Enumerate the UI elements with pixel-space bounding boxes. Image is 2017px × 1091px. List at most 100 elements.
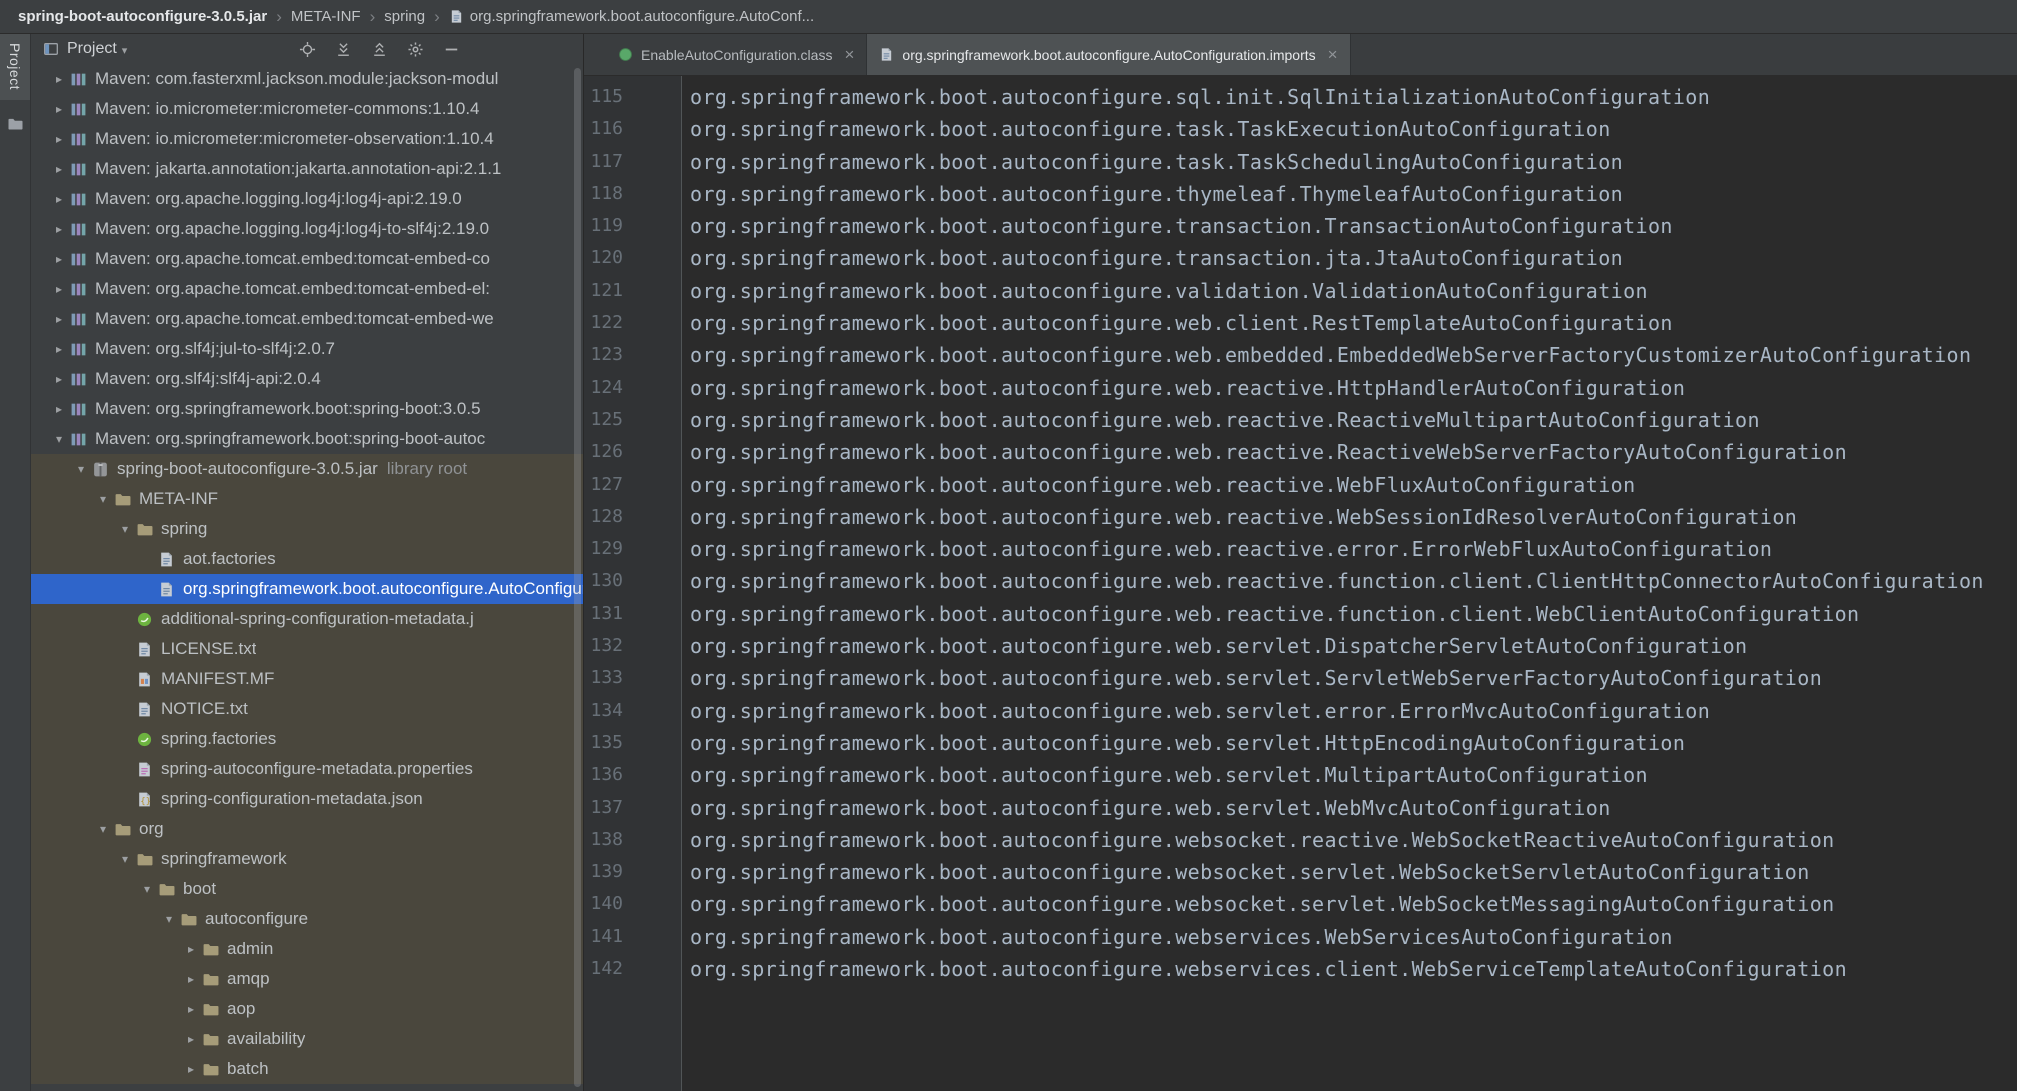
code-line[interactable]: org.springframework.boot.autoconfigure.t… [690, 242, 2017, 274]
tree-row[interactable]: ▸Maven: org.slf4j:jul-to-slf4j:2.0.7 [31, 334, 583, 364]
chevron-right-icon[interactable]: ▸ [49, 312, 69, 326]
code-line[interactable]: org.springframework.boot.autoconfigure.w… [690, 727, 2017, 759]
code-line[interactable]: org.springframework.boot.autoconfigure.w… [690, 372, 2017, 404]
stripe-tab-project[interactable]: Project [0, 34, 30, 100]
code-line[interactable]: org.springframework.boot.autoconfigure.t… [690, 178, 2017, 210]
tree-row[interactable]: ▸Maven: org.springframework.boot:spring-… [31, 394, 583, 424]
code-line[interactable]: org.springframework.boot.autoconfigure.t… [690, 146, 2017, 178]
tree-row[interactable]: spring.factories [31, 724, 583, 754]
chevron-down-icon[interactable]: ▾ [49, 432, 69, 446]
tree-row[interactable]: ▾Maven: org.springframework.boot:spring-… [31, 424, 583, 454]
tree-row[interactable]: ▾boot [31, 874, 583, 904]
breadcrumb-item[interactable]: META-INF [291, 8, 361, 25]
expand-all-button[interactable] [332, 38, 354, 60]
code-line[interactable]: org.springframework.boot.autoconfigure.s… [690, 81, 2017, 113]
tree-row[interactable]: ▸Maven: io.micrometer:micrometer-commons… [31, 94, 583, 124]
code-line[interactable]: org.springframework.boot.autoconfigure.w… [690, 533, 2017, 565]
code-line[interactable]: org.springframework.boot.autoconfigure.w… [690, 856, 2017, 888]
tree-row[interactable]: org.springframework.boot.autoconfigure.A… [31, 574, 583, 604]
tree-row[interactable]: ▾spring [31, 514, 583, 544]
chevron-down-icon[interactable]: ▾ [122, 44, 128, 57]
tree-row[interactable]: ▸Maven: org.apache.logging.log4j:log4j-a… [31, 184, 583, 214]
tree-row[interactable]: ▾org [31, 814, 583, 844]
collapse-all-button[interactable] [368, 38, 390, 60]
chevron-right-icon[interactable]: ▸ [181, 1032, 201, 1046]
chevron-right-icon[interactable]: ▸ [49, 72, 69, 86]
tree-row[interactable]: ▸Maven: com.fasterxml.jackson.module:jac… [31, 64, 583, 94]
tree-row[interactable]: ▸Maven: org.apache.tomcat.embed:tomcat-e… [31, 244, 583, 274]
editor-tab[interactable]: EnableAutoConfiguration.class× [606, 34, 867, 75]
code-line[interactable]: org.springframework.boot.autoconfigure.w… [690, 888, 2017, 920]
chevron-down-icon[interactable]: ▾ [137, 882, 157, 896]
chevron-right-icon[interactable]: ▸ [49, 192, 69, 206]
tree-row[interactable]: ▾autoconfigure [31, 904, 583, 934]
tree-row[interactable]: ▸availability [31, 1024, 583, 1054]
select-opened-file-button[interactable] [296, 38, 318, 60]
tree-row[interactable]: LICENSE.txt [31, 634, 583, 664]
code-line[interactable]: org.springframework.boot.autoconfigure.w… [690, 598, 2017, 630]
tree-row[interactable]: ▸Maven: org.apache.tomcat.embed:tomcat-e… [31, 274, 583, 304]
settings-button[interactable] [404, 38, 426, 60]
tree-row[interactable]: {}spring-configuration-metadata.json [31, 784, 583, 814]
code-line[interactable]: org.springframework.boot.autoconfigure.w… [690, 436, 2017, 468]
code-line[interactable]: org.springframework.boot.autoconfigure.w… [690, 404, 2017, 436]
close-icon[interactable]: × [1328, 46, 1338, 63]
tree-row[interactable]: ▸Maven: io.micrometer:micrometer-observa… [31, 124, 583, 154]
code-line[interactable]: org.springframework.boot.autoconfigure.w… [690, 469, 2017, 501]
chevron-right-icon[interactable]: ▸ [49, 372, 69, 386]
breadcrumb-item[interactable]: spring [384, 8, 425, 25]
code-line[interactable]: org.springframework.boot.autoconfigure.w… [690, 339, 2017, 371]
close-icon[interactable]: × [844, 46, 854, 63]
chevron-down-icon[interactable]: ▾ [93, 492, 113, 506]
code-line[interactable]: org.springframework.boot.autoconfigure.w… [690, 759, 2017, 791]
chevron-right-icon[interactable]: ▸ [49, 132, 69, 146]
tree-row[interactable]: ▸Maven: jakarta.annotation:jakarta.annot… [31, 154, 583, 184]
tree-row[interactable]: ▸Maven: org.apache.logging.log4j:log4j-t… [31, 214, 583, 244]
editor-code[interactable]: org.springframework.boot.autoconfigure.s… [682, 76, 2017, 1091]
chevron-right-icon[interactable]: ▸ [181, 972, 201, 986]
chevron-right-icon[interactable]: ▸ [181, 942, 201, 956]
code-line[interactable]: org.springframework.boot.autoconfigure.w… [690, 662, 2017, 694]
code-line[interactable]: org.springframework.boot.autoconfigure.w… [690, 921, 2017, 953]
code-line[interactable]: org.springframework.boot.autoconfigure.t… [690, 210, 2017, 242]
tree-row[interactable]: aot.factories [31, 544, 583, 574]
code-line[interactable]: org.springframework.boot.autoconfigure.w… [690, 824, 2017, 856]
tree-row[interactable]: ▸admin [31, 934, 583, 964]
tree-row[interactable]: ▸Maven: org.slf4j:slf4j-api:2.0.4 [31, 364, 583, 394]
code-line[interactable]: org.springframework.boot.autoconfigure.w… [690, 792, 2017, 824]
code-line[interactable]: org.springframework.boot.autoconfigure.w… [690, 307, 2017, 339]
tree-row[interactable]: ▾META-INF [31, 484, 583, 514]
chevron-down-icon[interactable]: ▾ [115, 522, 135, 536]
chevron-down-icon[interactable]: ▾ [159, 912, 179, 926]
chevron-right-icon[interactable]: ▸ [49, 402, 69, 416]
tree-row[interactable]: ▾spring-boot-autoconfigure-3.0.5.jarlibr… [31, 454, 583, 484]
breadcrumb-item[interactable]: org.springframework.boot.autoconfigure.A… [449, 8, 814, 25]
code-line[interactable]: org.springframework.boot.autoconfigure.t… [690, 113, 2017, 145]
chevron-right-icon[interactable]: ▸ [49, 342, 69, 356]
chevron-right-icon[interactable]: ▸ [49, 252, 69, 266]
chevron-right-icon[interactable]: ▸ [49, 222, 69, 236]
chevron-down-icon[interactable]: ▾ [71, 462, 91, 476]
chevron-right-icon[interactable]: ▸ [49, 282, 69, 296]
code-line[interactable]: org.springframework.boot.autoconfigure.w… [690, 501, 2017, 533]
breadcrumb-item[interactable]: spring-boot-autoconfigure-3.0.5.jar [18, 8, 267, 25]
tree-row[interactable]: spring-autoconfigure-metadata.properties [31, 754, 583, 784]
tree-row[interactable]: NOTICE.txt [31, 694, 583, 724]
code-line[interactable]: org.springframework.boot.autoconfigure.w… [690, 630, 2017, 662]
code-line[interactable]: org.springframework.boot.autoconfigure.w… [690, 695, 2017, 727]
project-scrollbar[interactable] [574, 68, 581, 1087]
tree-row[interactable]: ▸aop [31, 994, 583, 1024]
code-line[interactable]: org.springframework.boot.autoconfigure.v… [690, 275, 2017, 307]
chevron-down-icon[interactable]: ▾ [93, 822, 113, 836]
code-line[interactable]: org.springframework.boot.autoconfigure.w… [690, 565, 2017, 597]
chevron-right-icon[interactable]: ▸ [181, 1002, 201, 1016]
code-line[interactable]: org.springframework.boot.autoconfigure.w… [690, 953, 2017, 985]
tree-row[interactable]: ▸Maven: org.apache.tomcat.embed:tomcat-e… [31, 304, 583, 334]
tree-row[interactable]: ▾springframework [31, 844, 583, 874]
chevron-right-icon[interactable]: ▸ [49, 102, 69, 116]
project-view-selector[interactable]: Project [67, 40, 117, 58]
tree-row[interactable]: ▸batch [31, 1054, 583, 1084]
hide-button[interactable] [440, 38, 462, 60]
editor-tab[interactable]: org.springframework.boot.autoconfigure.A… [867, 34, 1350, 75]
tree-row[interactable]: ▸amqp [31, 964, 583, 994]
